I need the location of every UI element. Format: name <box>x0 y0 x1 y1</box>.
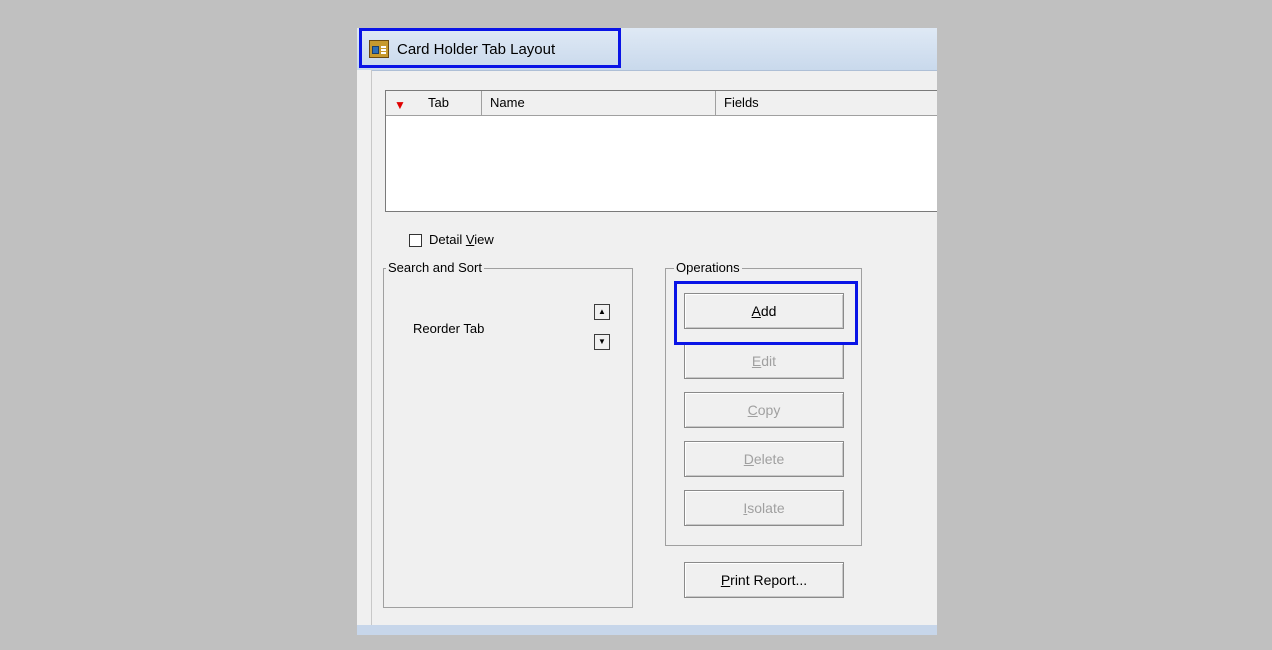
tab-list-view[interactable]: ▼ Tab Name Fields <box>385 90 937 212</box>
move-up-button[interactable]: ▲ <box>594 304 610 320</box>
copy-label-rest: opy <box>757 402 781 418</box>
copy-mnemonic: C <box>747 402 758 418</box>
detail-view-label: Detail View <box>429 232 494 247</box>
print-label-rest: rint Report... <box>730 572 808 588</box>
reorder-tab-label: Reorder Tab <box>413 321 485 336</box>
print-report-button[interactable]: Print Report... <box>684 562 844 598</box>
column-header-tab[interactable]: ▼ Tab <box>386 91 482 115</box>
isolate-button[interactable]: Isolate <box>684 490 844 526</box>
window-title: Card Holder Tab Layout <box>397 41 556 58</box>
list-header: ▼ Tab Name Fields <box>386 91 937 116</box>
detail-view-label-before: Detail <box>429 232 466 247</box>
delete-mnemonic: D <box>743 451 754 467</box>
edit-mnemonic: E <box>751 353 762 369</box>
column-label-tab: Tab <box>428 95 449 110</box>
sort-descending-icon: ▼ <box>394 98 406 112</box>
search-and-sort-legend: Search and Sort <box>386 260 484 275</box>
add-button[interactable]: Add <box>684 293 844 329</box>
delete-label-rest: elete <box>753 451 785 467</box>
arrow-up-icon: ▲ <box>598 307 606 316</box>
delete-button[interactable]: Delete <box>684 441 844 477</box>
edit-button[interactable]: Edit <box>684 343 844 379</box>
detail-view-label-after: iew <box>474 232 494 247</box>
window-left-edge <box>357 70 372 625</box>
edit-label-rest: dit <box>761 353 777 369</box>
column-label-name: Name <box>490 95 525 110</box>
window-bottom-strip <box>357 625 937 635</box>
operations-legend: Operations <box>674 260 742 275</box>
column-header-name[interactable]: Name <box>482 91 716 115</box>
isolate-label-rest: solate <box>747 500 785 516</box>
arrow-down-icon: ▼ <box>598 337 606 346</box>
column-header-fields[interactable]: Fields <box>716 91 937 115</box>
card-holder-tab-layout-window: Card Holder Tab Layout ▼ Tab Name Fields… <box>357 28 937 635</box>
print-mnemonic: P <box>720 572 731 588</box>
add-label-rest: dd <box>760 303 777 319</box>
column-label-fields: Fields <box>724 95 759 110</box>
add-mnemonic: A <box>751 303 761 319</box>
detail-view-checkbox[interactable] <box>409 234 422 247</box>
card-holder-app-icon <box>369 40 389 58</box>
copy-button[interactable]: Copy <box>684 392 844 428</box>
window-titlebar: Card Holder Tab Layout <box>357 28 937 71</box>
move-down-button[interactable]: ▼ <box>594 334 610 350</box>
